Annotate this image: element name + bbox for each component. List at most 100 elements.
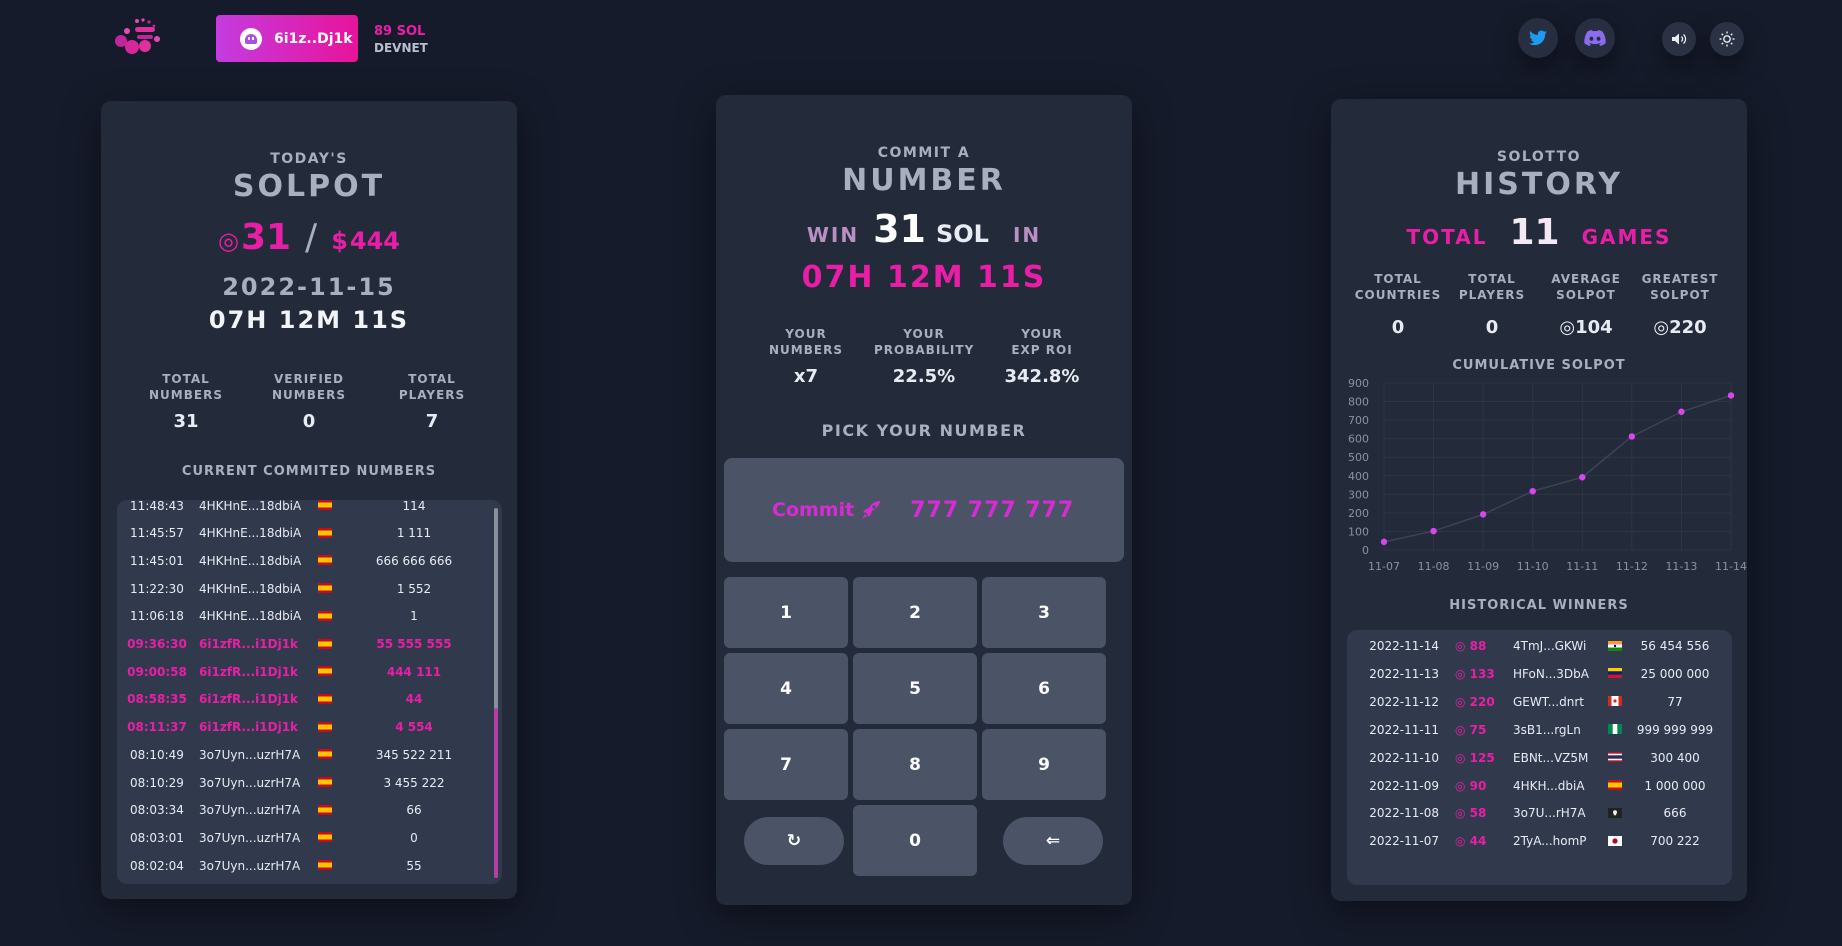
winner-date: 2022-11-12: [1369, 694, 1439, 709]
theme-toggle-button[interactable]: [1710, 22, 1744, 56]
games-label: GAMES: [1581, 225, 1672, 249]
chart-title: CUMULATIVE SOLPOT: [1452, 358, 1626, 373]
commit-wallet: 3o7Uyn...uzrH7A: [199, 803, 301, 818]
solpot-card: TODAY'S SOLPOT ◎ 31 / $ 444 2022-11-15 0…: [101, 101, 517, 899]
keypad-key-2[interactable]: 2: [853, 577, 977, 648]
winner-number: 999 999 999: [1636, 722, 1714, 737]
winner-pot: ◎ 88: [1455, 639, 1487, 653]
list-item[interactable]: 11:06:18 4HKHnE...18dbiA 1: [117, 603, 487, 630]
list-item[interactable]: 11:48:43 4HKHnE...18dbiA 114: [117, 500, 487, 519]
x-tick-label: 11-10: [1517, 560, 1549, 573]
commit-time: 11:48:43: [130, 500, 184, 513]
commit-number: 44: [405, 692, 423, 707]
in-label: IN: [1012, 223, 1042, 247]
history-stats: TOTAL COUNTRIES 0 TOTAL PLAYERS 0 AVERAGE S…: [1351, 271, 1727, 338]
list-item[interactable]: 08:02:04 3o7Uyn...uzrH7A 55: [117, 852, 487, 879]
committed-numbers-list[interactable]: 11:48:43 4HKHnE...18dbiA 114 11:45:57 4HKHnE…: [117, 500, 502, 884]
total-games-value: 11: [1509, 212, 1560, 253]
data-point: [1479, 511, 1487, 518]
scrollbar[interactable]: [494, 508, 498, 878]
x-tick-label: 11-07: [1368, 560, 1400, 573]
commit-wallet: 4HKHnE...18dbiA: [199, 500, 302, 513]
stat-your-exp-roi: YOUR EXP ROI 342.8%: [1004, 327, 1080, 387]
flag-icon: [1605, 780, 1625, 791]
keypad-key-6[interactable]: 6: [982, 653, 1106, 724]
flag-icon: [309, 638, 341, 650]
commit-wallet: 6i1zfR...i1Dj1k: [199, 664, 299, 679]
discord-button[interactable]: [1575, 18, 1615, 58]
commit-time: 08:11:37: [127, 720, 187, 735]
flag-icon: [309, 527, 341, 539]
commit-time: 08:10:49: [130, 747, 184, 762]
backspace-button[interactable]: ⇐: [1003, 817, 1103, 865]
winner-date: 2022-11-13: [1369, 666, 1439, 681]
total-label: TOTAL: [1406, 225, 1488, 249]
list-item[interactable]: 08:10:29 3o7Uyn...uzrH7A 3 455 222: [117, 769, 487, 796]
keypad-key-4[interactable]: 4: [724, 653, 848, 724]
keypad-key-0[interactable]: 0: [853, 805, 977, 876]
keypad-key-5[interactable]: 5: [853, 653, 977, 724]
flag-icon: [309, 500, 341, 511]
flag-icon: [309, 749, 341, 760]
keypad-key-9[interactable]: 9: [982, 729, 1106, 800]
list-item[interactable]: 08:03:34 3o7Uyn...uzrH7A 66: [117, 797, 487, 824]
list-item[interactable]: 09:36:30 6i1zfR...i1Dj1k 55 555 555: [117, 631, 487, 658]
flag-icon: [309, 583, 341, 594]
flag-icon: [1605, 640, 1625, 652]
keypad-key-3[interactable]: 3: [982, 577, 1106, 648]
list-item[interactable]: 08:03:01 3o7Uyn...uzrH7A 0: [117, 824, 487, 851]
current-number-display: 777 777 777: [910, 497, 1075, 523]
stat-your-probability: YOUR PROBABILITY 22.5%: [874, 327, 975, 387]
winner-pot: ◎ 75: [1455, 722, 1487, 737]
commit-wallet: 4HKHnE...18dbiA: [199, 581, 302, 596]
y-tick-label: 600: [1348, 433, 1369, 446]
sound-button[interactable]: [1662, 22, 1696, 56]
winner-row: 2022-11-12 ◎ 220 GEWT...dnrt 77: [1347, 688, 1732, 716]
commit-number: 4 554: [395, 720, 433, 735]
historical-winners-list: 2022-11-14 ◎ 88 4TmJ...GKWi 56 454 556 2022-…: [1347, 630, 1732, 885]
reset-button[interactable]: ↻: [744, 817, 844, 865]
winner-wallet: 4TmJ...GKWi: [1513, 639, 1587, 653]
flag-icon: [309, 721, 341, 733]
keypad-key-7[interactable]: 7: [724, 729, 848, 800]
rocket-icon: [862, 501, 881, 519]
twitter-button[interactable]: [1518, 18, 1558, 58]
list-item[interactable]: 11:22:30 4HKHnE...18dbiA 1 552: [117, 575, 487, 602]
winner-pot: ◎ 44: [1455, 834, 1487, 849]
winner-row: 2022-11-07 ◎ 44 2TyA...homP 700 222: [1347, 827, 1732, 855]
y-tick-label: 200: [1348, 507, 1369, 520]
win-label: WIN: [806, 223, 860, 247]
list-item[interactable]: 08:10:49 3o7Uyn...uzrH7A 345 522 211: [117, 741, 487, 768]
winner-date: 2022-11-09: [1369, 778, 1439, 793]
keypad-key-8[interactable]: 8: [853, 729, 977, 800]
x-tick-label: 11-08: [1418, 560, 1450, 573]
list-item[interactable]: 08:11:37 6i1zfR...i1Dj1k 4 554: [117, 714, 487, 741]
wallet-button[interactable]: 6i1z..Dj1k: [216, 15, 358, 62]
commit-card: COMMIT A NUMBER WIN 31 SOL IN 07H 12M 11…: [716, 95, 1132, 905]
winners-title: HISTORICAL WINNERS: [1449, 598, 1629, 613]
winner-date: 2022-11-11: [1369, 722, 1439, 737]
commit-wallet: 3o7Uyn...uzrH7A: [199, 775, 301, 790]
solpot-date: 2022-11-15: [222, 273, 396, 301]
commit-button[interactable]: Commit: [772, 499, 882, 521]
y-tick-label: 700: [1348, 414, 1369, 427]
x-tick-label: 11-09: [1467, 560, 1499, 573]
solpot-sol-amount: 31: [240, 217, 292, 258]
winner-number: 700 222: [1650, 834, 1700, 849]
scrollbar-thumb[interactable]: [494, 708, 498, 878]
list-item[interactable]: 11:45:01 4HKHnE...18dbiA 666 666 666: [117, 547, 487, 574]
winner-date: 2022-11-14: [1369, 639, 1439, 653]
logo-icon[interactable]: [113, 17, 163, 57]
commit-number: 666 666 666: [375, 553, 453, 568]
list-item[interactable]: 09:00:58 6i1zfR...i1Dj1k 444 111: [117, 658, 487, 685]
history-title: HISTORY: [1454, 167, 1624, 202]
winner-number: 56 454 556: [1640, 639, 1710, 653]
commit-time: 09:00:58: [127, 664, 187, 679]
list-item[interactable]: 11:45:57 4HKHnE...18dbiA 1 111: [117, 520, 487, 547]
data-point: [1628, 433, 1636, 440]
list-item[interactable]: 08:58:35 6i1zfR...i1Dj1k 44: [117, 686, 487, 713]
commit-number: 66: [406, 803, 422, 818]
commit-number: 345 522 211: [375, 747, 453, 762]
flag-icon: [1605, 724, 1625, 735]
keypad-key-1[interactable]: 1: [724, 577, 848, 648]
